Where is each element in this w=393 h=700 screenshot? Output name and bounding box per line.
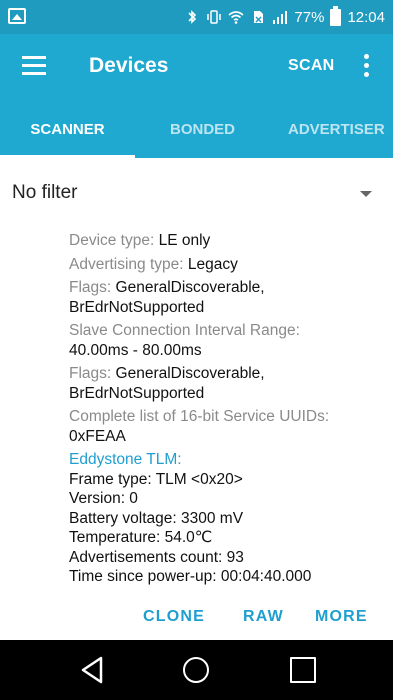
battery-icon bbox=[330, 5, 342, 26]
tab-advertiser[interactable]: ADVERTISER bbox=[270, 98, 393, 158]
raw-button[interactable]: RAW bbox=[243, 608, 284, 626]
signal-icon bbox=[273, 11, 288, 24]
version: Version: 0 bbox=[69, 490, 138, 507]
dropdown-arrow-icon bbox=[360, 191, 372, 197]
device-type-row: Device type: LE only bbox=[69, 231, 389, 251]
more-options-icon[interactable] bbox=[361, 54, 371, 78]
temperature: Temperature: 54.0℃ bbox=[69, 529, 213, 546]
flags-value-2: GeneralDiscoverable, bbox=[115, 365, 265, 382]
navigation-bar bbox=[0, 640, 393, 700]
tab-scanner[interactable]: SCANNER bbox=[0, 98, 135, 158]
advertisement-details: Device type: LE only Advertising type: L… bbox=[69, 231, 389, 587]
frame-type: Frame type: TLM <0x20> bbox=[69, 470, 243, 488]
status-bar: 77% 12:04 bbox=[0, 0, 393, 34]
app-bar: Devices SCAN bbox=[0, 34, 393, 98]
no-sim-icon bbox=[254, 11, 264, 23]
image-notification-icon bbox=[8, 8, 26, 24]
recents-icon[interactable] bbox=[290, 657, 316, 683]
bluetooth-icon bbox=[188, 10, 197, 24]
vibrate-icon bbox=[207, 10, 222, 24]
back-icon[interactable] bbox=[80, 656, 104, 684]
tab-bonded[interactable]: BONDED bbox=[135, 98, 270, 158]
adv-type-value: Legacy bbox=[187, 255, 238, 273]
flags-row: Flags: GeneralDiscoverable, bbox=[69, 278, 389, 298]
home-icon[interactable] bbox=[183, 657, 209, 683]
service-uuids-value: 0xFEAA bbox=[69, 427, 126, 445]
tab-bar: SCANNER BONDED ADVERTISER bbox=[0, 98, 393, 158]
wifi-icon bbox=[228, 11, 244, 24]
flags-value: GeneralDiscoverable, bbox=[115, 279, 265, 296]
advertisements-count: Advertisements count: 93 bbox=[69, 548, 244, 566]
status-icons: 77% 12:04 bbox=[184, 5, 385, 28]
filter-dropdown[interactable]: No filter bbox=[0, 158, 393, 224]
clone-button[interactable]: CLONE bbox=[143, 608, 205, 626]
battery-percent: 77% bbox=[294, 8, 325, 26]
flags-label-2: Flags: bbox=[69, 365, 112, 382]
device-type-value: LE only bbox=[158, 232, 211, 249]
service-uuids-label: Complete list of 16-bit Service UUIDs: bbox=[69, 408, 330, 425]
slave-interval-value: 40.00ms - 80.00ms bbox=[69, 341, 202, 359]
filter-label: No filter bbox=[12, 182, 78, 203]
more-button[interactable]: MORE bbox=[315, 608, 368, 626]
flags-value-cont: BrEdrNotSupported bbox=[69, 298, 205, 316]
slave-interval-label: Slave Connection Interval Range: bbox=[69, 322, 300, 339]
clock: 12:04 bbox=[347, 8, 385, 26]
flags-value-2-cont: BrEdrNotSupported bbox=[69, 384, 205, 402]
flags-label: Flags: bbox=[69, 279, 112, 296]
page-title: Devices bbox=[89, 54, 169, 77]
scan-button[interactable]: SCAN bbox=[288, 57, 335, 75]
flags-row-2: Flags: GeneralDiscoverable, bbox=[69, 364, 389, 384]
adv-type-label: Advertising type: bbox=[69, 255, 184, 273]
device-type-label: Device type: bbox=[69, 232, 155, 249]
adv-type-row: Advertising type: Legacy bbox=[69, 255, 389, 275]
card-actions: CLONE RAW MORE bbox=[0, 600, 393, 634]
battery-voltage: Battery voltage: 3300 mV bbox=[69, 509, 244, 527]
menu-icon[interactable] bbox=[22, 56, 46, 76]
time-since-power-up: Time since power-up: 00:04:40.000 bbox=[69, 568, 312, 585]
eddystone-label: Eddystone TLM: bbox=[69, 451, 182, 468]
